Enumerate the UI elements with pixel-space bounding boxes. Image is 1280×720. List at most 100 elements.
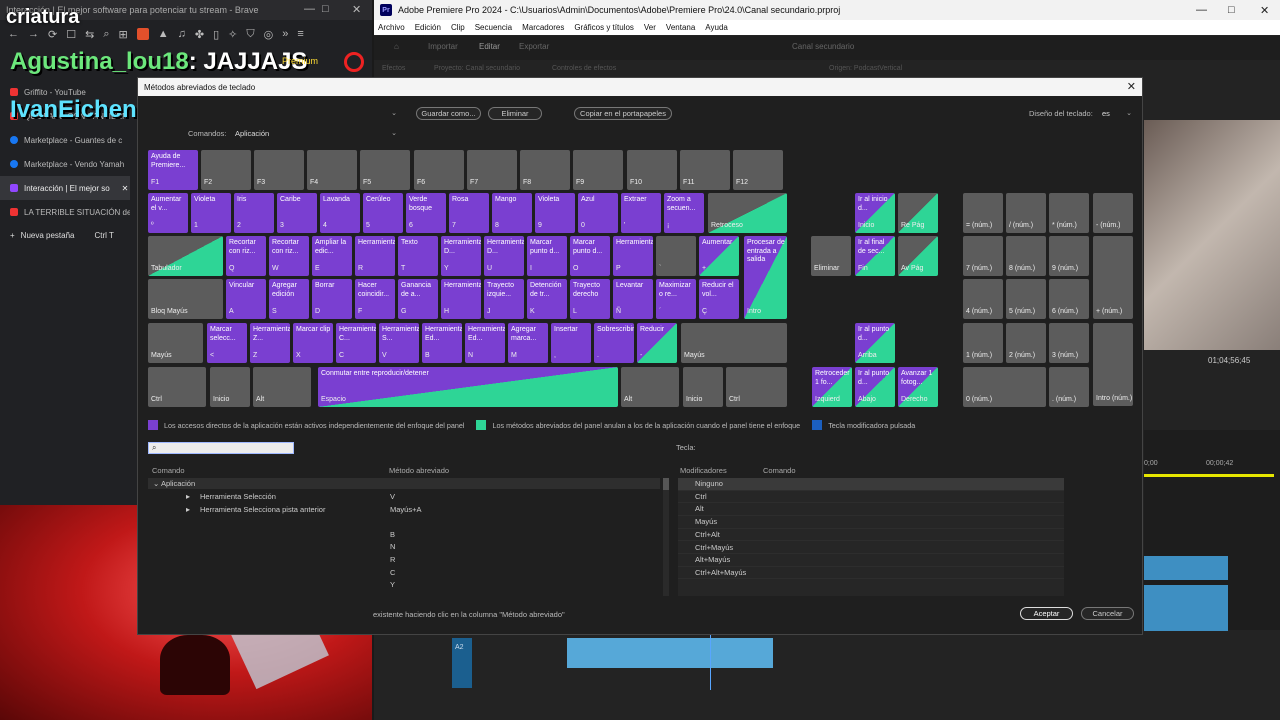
key-z[interactable]: Herramienta Z... Z: [250, 323, 290, 363]
menu-edicion[interactable]: Edición: [415, 23, 441, 32]
scroll-thumb[interactable]: [663, 478, 669, 490]
timeline-clip[interactable]: [1144, 556, 1228, 580]
key-h[interactable]: Herramienta... H: [441, 279, 481, 319]
key-np6[interactable]: 6 (núm.): [1049, 279, 1089, 319]
key-f9[interactable]: F9: [573, 150, 623, 190]
command-row[interactable]: C: [148, 567, 660, 580]
key-npdiv[interactable]: / (núm.): [1006, 193, 1046, 233]
key-3[interactable]: Caribe 3: [277, 193, 317, 233]
puzzle-icon[interactable]: ✤: [195, 28, 204, 41]
forward-icon[interactable]: →: [28, 28, 39, 40]
brave-shield-icon[interactable]: [136, 28, 149, 40]
key-y[interactable]: Herramienta D... Y: [441, 236, 481, 276]
copy-clipboard-button[interactable]: Copiar en el portapapeles: [574, 107, 672, 120]
key-del[interactable]: Eliminar: [811, 236, 851, 276]
command-shortcut[interactable]: B: [390, 530, 395, 539]
key-7[interactable]: Rosa 7: [449, 193, 489, 233]
commands-select[interactable]: Aplicación ⌄: [234, 128, 400, 140]
key-1[interactable]: Violeta 1: [191, 193, 231, 233]
dialog-close-icon[interactable]: ✕: [1127, 80, 1136, 93]
key-x[interactable]: Marcar clip X: [293, 323, 333, 363]
share-icon[interactable]: ⇆: [85, 28, 94, 41]
extensions-icon[interactable]: ⊞: [118, 28, 127, 41]
key-q[interactable]: Recortar con riz... Q: [226, 236, 266, 276]
vpn-icon[interactable]: ⛉: [246, 28, 254, 41]
audio-clip[interactable]: [567, 638, 773, 668]
key-ccedil[interactable]: Reducir el vol... Ç: [699, 279, 739, 319]
key-p[interactable]: Herramienta... P: [613, 236, 653, 276]
key-caps[interactable]: Bloq Mayús: [148, 279, 223, 319]
panel-efectos[interactable]: Efectos: [382, 65, 405, 72]
key-np0[interactable]: 0 (núm.): [963, 367, 1046, 407]
key-v[interactable]: Herramienta S... V: [379, 323, 419, 363]
maximize-icon[interactable]: □: [1228, 4, 1235, 16]
tab-item[interactable]: Marketplace - Guantes de c: [0, 128, 130, 152]
key-npdot[interactable]: . (núm.): [1049, 367, 1089, 407]
close-tab-icon[interactable]: ✕: [122, 184, 129, 193]
zoom-icon[interactable]: ⌕: [103, 28, 109, 41]
timeline-clip[interactable]: [1144, 585, 1228, 631]
work-area-bar[interactable]: [1144, 474, 1274, 477]
key-lalt[interactable]: Alt: [253, 367, 311, 407]
key-np8[interactable]: 8 (núm.): [1006, 236, 1046, 276]
key-pgup[interactable]: Re Pág: [898, 193, 938, 233]
key-iexcl[interactable]: Zoom a secuen... ¡: [664, 193, 704, 233]
key-0[interactable]: Azul 0: [578, 193, 618, 233]
key-w[interactable]: Recortar con riz... W: [269, 236, 309, 276]
key-np9[interactable]: 9 (núm.): [1049, 236, 1089, 276]
minimize-icon[interactable]: —: [1196, 4, 1207, 16]
key-end[interactable]: Ir al final de sec... Fin: [855, 236, 895, 276]
key-9[interactable]: Violeta 9: [535, 193, 575, 233]
tab-item-active[interactable]: Interacción | El mejor so ✕: [0, 176, 130, 200]
command-shortcut[interactable]: Y: [390, 580, 395, 589]
command-row[interactable]: N: [148, 541, 660, 554]
menu-ayuda[interactable]: Ayuda: [705, 23, 728, 32]
key-npent[interactable]: Intro (núm.): [1093, 323, 1133, 406]
tab-exportar[interactable]: Exportar: [519, 42, 549, 51]
modifier-row[interactable]: Ctrl+Alt+Mayús: [678, 567, 1064, 580]
record-icon[interactable]: [344, 52, 364, 72]
key-f10[interactable]: F10: [627, 150, 677, 190]
search-input[interactable]: ⌕: [148, 442, 294, 454]
preset-select[interactable]: ⌄: [234, 108, 400, 120]
key-bksp[interactable]: Retroceso: [708, 193, 787, 233]
key-f2[interactable]: F2: [201, 150, 251, 190]
tab-item[interactable]: LA TERRIBLE SITUACIÓN de: [0, 200, 130, 224]
key-i[interactable]: Marcar punto d... I: [527, 236, 567, 276]
playhead[interactable]: [710, 630, 711, 690]
key-np2[interactable]: 2 (núm.): [1006, 323, 1046, 363]
key-j[interactable]: Trayecto izquie... J: [484, 279, 524, 319]
key-f5[interactable]: F5: [360, 150, 410, 190]
key-rwin[interactable]: Inicio: [683, 367, 723, 407]
accept-button[interactable]: Aceptar: [1020, 607, 1073, 620]
key-o[interactable]: Marcar punto d... O: [570, 236, 610, 276]
key-ordm[interactable]: Aumentar el v... º: [148, 193, 188, 233]
key-f4[interactable]: F4: [307, 150, 357, 190]
key-lshift[interactable]: Mayús: [148, 323, 203, 363]
key-tab[interactable]: Tabulador: [148, 236, 223, 276]
key-np1[interactable]: 1 (núm.): [963, 323, 1003, 363]
key-right[interactable]: Avanzar 1 fotog... Derecho: [898, 367, 938, 407]
key-d[interactable]: Borrar D: [312, 279, 352, 319]
key-b[interactable]: Herramienta Ed... B: [422, 323, 462, 363]
key-apos[interactable]: Extraer ': [621, 193, 661, 233]
new-tab-button[interactable]: + Nueva pestaña Ctrl T: [0, 224, 130, 246]
key-space[interactable]: Conmutar entre reproducir/detener Espacio: [318, 367, 618, 407]
menu-marcadores[interactable]: Marcadores: [522, 23, 564, 32]
reload-icon[interactable]: ⟳: [48, 28, 57, 41]
key-npeq[interactable]: = (núm.): [963, 193, 1003, 233]
key-6[interactable]: Verde bosque 6: [406, 193, 446, 233]
command-shortcut[interactable]: C: [390, 568, 395, 577]
key-ntilde[interactable]: Levantar Ñ: [613, 279, 653, 319]
tab-editar[interactable]: Editar: [479, 42, 500, 51]
cancel-button[interactable]: Cancelar: [1081, 607, 1134, 620]
command-row[interactable]: Y: [148, 579, 660, 592]
key-np4[interactable]: 4 (núm.): [963, 279, 1003, 319]
key-f12[interactable]: F12: [733, 150, 783, 190]
key-f1[interactable]: Ayuda de Premiere... F1: [148, 150, 198, 190]
menu-archivo[interactable]: Archivo: [378, 23, 405, 32]
delete-button[interactable]: Eliminar: [488, 107, 542, 120]
menu-ventana[interactable]: Ventana: [666, 23, 695, 32]
menu-ver[interactable]: Ver: [644, 23, 656, 32]
modifier-row[interactable]: Mayús: [678, 516, 1064, 529]
